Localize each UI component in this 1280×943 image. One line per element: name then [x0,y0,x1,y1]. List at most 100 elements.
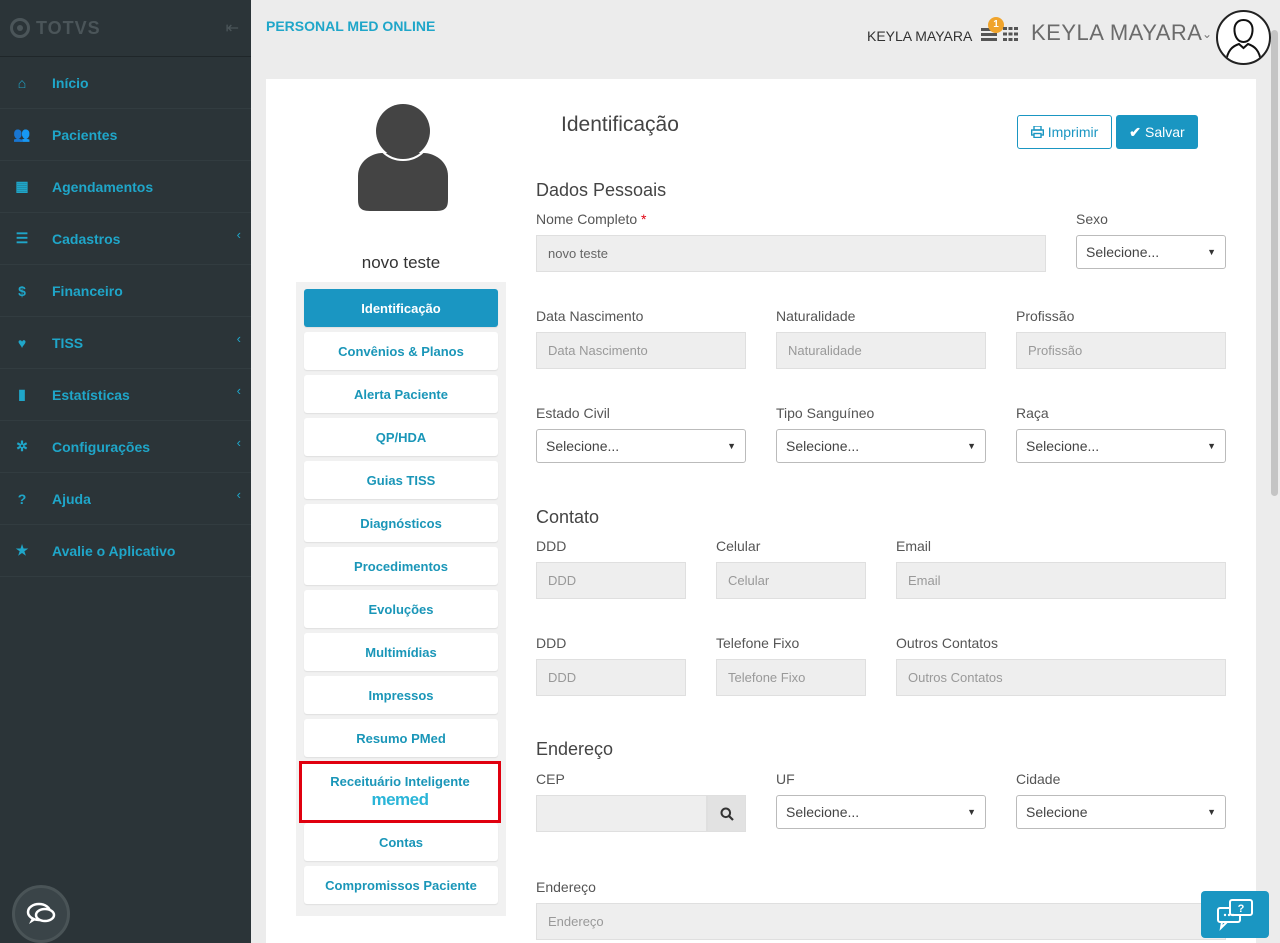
totvs-logo-icon [10,18,30,38]
section-dados-pessoais: Dados Pessoais [536,180,667,200]
chevron-left-icon: ‹ [236,487,241,502]
sidebar-item-financeiro[interactable]: $ Financeiro [0,265,251,317]
patient-menu-contas[interactable]: Contas [304,823,498,861]
sidebar-item-pacientes[interactable]: 👥 Pacientes [0,109,251,161]
tipo-sanguineo-select[interactable]: Selecione... ▼ [776,429,986,463]
section-endereco: Endereço [536,739,614,759]
notification-badge: 1 [988,17,1004,33]
patient-menu-qp-hda[interactable]: QP/HDA [304,418,498,456]
sidebar-item-label: Ajuda [52,490,91,507]
telefone-fixo-input[interactable] [716,659,866,696]
endereco-label: Endereço [536,879,596,895]
dropdown-caret-icon: ▼ [727,441,736,451]
sidebar-nav: ⌂ Início 👥 Pacientes ▦ Agendamentos ☰ Cadastros… [0,57,251,577]
app-title[interactable]: PERSONAL MED ONLINE [266,18,435,34]
sidebar-item-agendamentos[interactable]: ▦ Agendamentos [0,161,251,213]
dollar-icon: $ [18,282,26,299]
estado-civil-value: Selecione... [546,438,620,454]
naturalidade-input[interactable] [776,332,986,369]
search-icon [720,807,734,821]
sexo-select[interactable]: Selecione... ▼ [1076,235,1226,269]
user-name-small: KEYLA MAYARA [867,28,973,44]
chevron-down-icon[interactable]: ⌄ [1202,27,1212,41]
patient-menu-diagnosticos[interactable]: Diagnósticos [304,504,498,542]
outros-contatos-input[interactable] [896,659,1226,696]
sidebar-item-avalie-o-aplicativo[interactable]: ★ Avalie o Aplicativo [0,525,251,577]
nome-completo-input[interactable] [536,235,1046,272]
sidebar-item-ajuda[interactable]: ? Ajuda ‹ [0,473,251,525]
list-icon: ☰ [15,230,29,246]
print-button[interactable]: Imprimir [1017,115,1112,149]
sidebar-item-label: Avalie o Aplicativo [52,542,176,559]
chat-icon [26,902,56,924]
estado-civil-label: Estado Civil [536,405,610,421]
nome-label: Nome Completo * [536,211,647,227]
sexo-label: Sexo [1076,211,1108,227]
patient-menu-resumo-pmed[interactable]: Resumo PMed [304,719,498,757]
dropdown-caret-icon: ▼ [1207,441,1216,451]
email-input[interactable] [896,562,1226,599]
patient-menu-multimidias[interactable]: Multimídias [304,633,498,671]
ddd-fixo-input[interactable] [536,659,686,696]
brand-name: TOTVS [36,17,101,38]
raca-label: Raça [1016,405,1049,421]
memed-label: Receituário Inteligente [330,774,470,789]
patient-menu-alerta-paciente[interactable]: Alerta Paciente [304,375,498,413]
avatar[interactable] [1216,10,1271,65]
users-icon: 👥 [13,126,31,142]
ddd-celular-input[interactable] [536,562,686,599]
chat-button[interactable] [12,885,70,943]
uf-value: Selecione... [786,804,860,820]
patient-photo-placeholder[interactable] [358,101,448,211]
profissao-label: Profissão [1016,308,1075,324]
question-chat-icon: ? [1217,898,1253,931]
user-silhouette-icon [1225,18,1262,63]
patient-menu-impressos[interactable]: Impressos [304,676,498,714]
tipo-sanguineo-label: Tipo Sanguíneo [776,405,875,421]
nome-label-text: Nome Completo [536,211,638,227]
patient-menu-evolucoes[interactable]: Evoluções [304,590,498,628]
help-chat-button[interactable]: ? [1201,891,1269,938]
patient-menu-compromissos-paciente[interactable]: Compromissos Paciente [304,866,498,904]
sidebar-item-in-cio[interactable]: ⌂ Início [0,57,251,109]
apps-grid-icon[interactable] [1003,27,1018,41]
raca-select[interactable]: Selecione... ▼ [1016,429,1226,463]
save-button[interactable]: ✔ Salvar [1116,115,1198,149]
patient-menu-convenios-planos[interactable]: Convênios & Planos [304,332,498,370]
sidebar-item-cadastros[interactable]: ☰ Cadastros ‹ [0,213,251,265]
uf-select[interactable]: Selecione... ▼ [776,795,986,829]
cep-search-button[interactable] [707,795,746,832]
sidebar-item-configura-es[interactable]: ✲ Configurações ‹ [0,421,251,473]
naturalidade-label: Naturalidade [776,308,856,324]
uf-label: UF [776,771,795,787]
celular-label: Celular [716,538,761,554]
user-menu[interactable]: KEYLA MAYARA [1031,20,1202,46]
celular-input[interactable] [716,562,866,599]
sidebar-item-tiss[interactable]: ♥ TISS ‹ [0,317,251,369]
chevron-left-icon: ‹ [236,435,241,450]
memed-prescription-button[interactable]: Receituário Inteligente memed [299,761,501,823]
calendar-icon: ▦ [15,178,29,194]
section-contato: Contato [536,507,600,527]
patient-menu-guias-tiss[interactable]: Guias TISS [304,461,498,499]
top-header: PERSONAL MED ONLINE KEYLA MAYARA 1 KEYLA… [251,0,1280,70]
estado-civil-select[interactable]: Selecione... ▼ [536,429,746,463]
sidebar-item-label: Financeiro [52,282,123,299]
dropdown-caret-icon: ▼ [967,441,976,451]
svg-text:?: ? [1238,903,1245,915]
dropdown-caret-icon: ▼ [967,807,976,817]
sidebar-item-estat-sticas[interactable]: ▮ Estatísticas ‹ [0,369,251,421]
data-nascimento-input[interactable] [536,332,746,369]
collapse-sidebar-icon[interactable]: ⇤ [226,18,239,38]
profissao-input[interactable] [1016,332,1226,369]
sidebar-item-label: Estatísticas [52,386,130,403]
check-icon: ✔ [1129,123,1142,140]
sidebar-item-label: Configurações [52,438,151,455]
nascimento-label: Data Nascimento [536,308,644,324]
cidade-select[interactable]: Selecione ▼ [1016,795,1226,829]
page-scrollbar[interactable] [1271,30,1278,496]
patient-menu-identificacao[interactable]: Identificação [304,289,498,327]
patient-menu-procedimentos[interactable]: Procedimentos [304,547,498,585]
cep-input[interactable] [536,795,707,832]
endereco-input[interactable] [536,903,1226,940]
